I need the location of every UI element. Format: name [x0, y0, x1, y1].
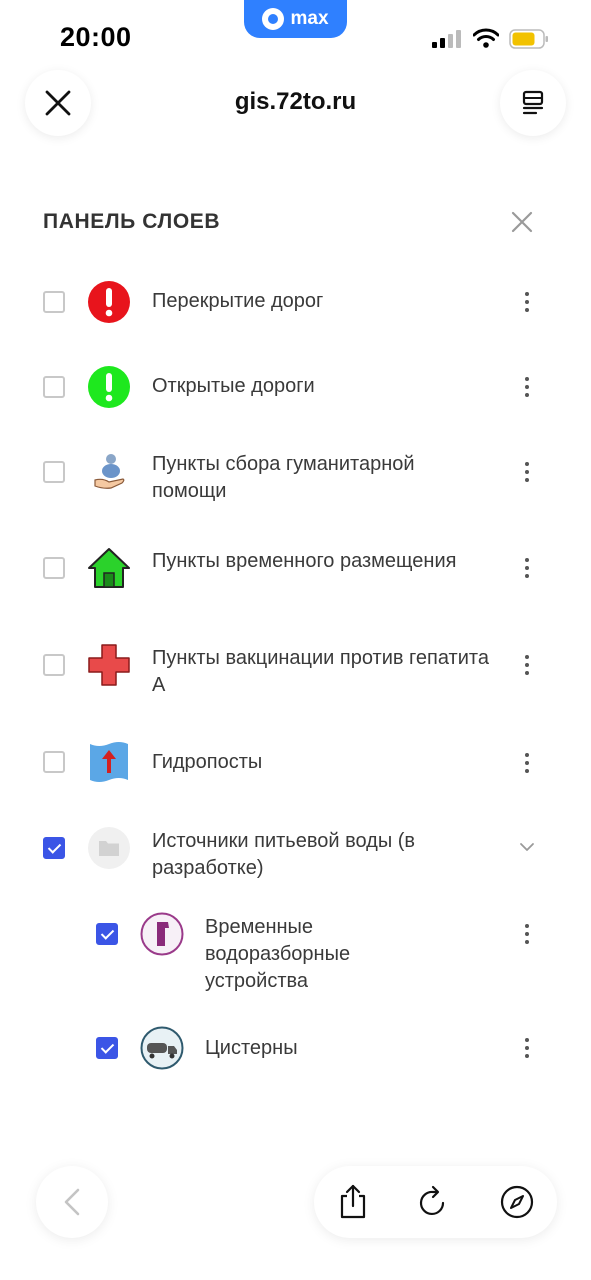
- battery-icon: [509, 29, 548, 49]
- back-button[interactable]: [36, 1166, 108, 1238]
- folder-icon: [88, 827, 130, 869]
- more-options-icon[interactable]: [519, 556, 535, 580]
- cellular-signal-icon: [432, 30, 461, 48]
- more-options-icon[interactable]: [519, 375, 535, 399]
- more-options-icon[interactable]: [519, 653, 535, 677]
- reload-icon[interactable]: [415, 1184, 451, 1220]
- layer-label: Пункты сбора гуманитарной помощи: [152, 453, 415, 502]
- layer-checkbox[interactable]: [43, 837, 65, 859]
- max-app-badge[interactable]: max: [244, 0, 347, 38]
- more-options-icon[interactable]: [519, 460, 535, 484]
- green-exclamation-icon: [88, 366, 130, 408]
- water-tap-icon: [140, 912, 184, 956]
- humanitarian-aid-icon: [94, 454, 125, 489]
- bottom-toolbar: [314, 1166, 557, 1238]
- layer-label: Источники питьевой воды (в разработке): [152, 830, 416, 879]
- layer-checkbox[interactable]: [43, 461, 65, 483]
- house-icon: [88, 548, 130, 588]
- layer-label: Временные водоразборные устройства: [205, 916, 351, 992]
- layer-label: Цистерны: [205, 1037, 298, 1059]
- tanker-truck-icon: [140, 1026, 184, 1070]
- hydropost-icon: [90, 742, 128, 782]
- layer-checkbox[interactable]: [43, 376, 65, 398]
- layer-label: Пункты временного размещения: [152, 550, 457, 572]
- panel-title: ПАНЕЛЬ СЛОЕВ: [43, 210, 221, 233]
- more-options-icon[interactable]: [519, 751, 535, 775]
- layer-label: Пункты вакцинации против гепатита А: [152, 647, 489, 696]
- layer-label: Открытые дороги: [152, 375, 315, 397]
- layer-checkbox[interactable]: [43, 751, 65, 773]
- layer-checkbox[interactable]: [43, 291, 65, 313]
- tabs-icon: [522, 90, 544, 115]
- layer-checkbox[interactable]: [43, 557, 65, 579]
- wifi-icon: [473, 28, 499, 48]
- red-cross-icon: [88, 644, 130, 686]
- max-logo-icon: [262, 8, 285, 30]
- more-options-icon[interactable]: [519, 290, 535, 314]
- layer-label: Гидропосты: [152, 751, 263, 773]
- chevron-down-icon[interactable]: [519, 842, 535, 852]
- max-badge-label: max: [290, 8, 329, 29]
- layer-checkbox[interactable]: [96, 1037, 118, 1059]
- more-options-icon[interactable]: [519, 922, 535, 946]
- layer-checkbox[interactable]: [96, 923, 118, 945]
- tabs-button[interactable]: [500, 70, 566, 136]
- layer-label: Перекрытие дорог: [152, 290, 324, 312]
- share-icon[interactable]: [335, 1184, 371, 1220]
- more-options-icon[interactable]: [519, 1036, 535, 1060]
- compass-icon[interactable]: [499, 1184, 535, 1220]
- layer-checkbox[interactable]: [43, 654, 65, 676]
- back-icon: [64, 1188, 80, 1216]
- panel-close-icon[interactable]: [510, 210, 534, 234]
- red-exclamation-icon: [88, 281, 130, 323]
- status-time: 20:00: [60, 22, 132, 52]
